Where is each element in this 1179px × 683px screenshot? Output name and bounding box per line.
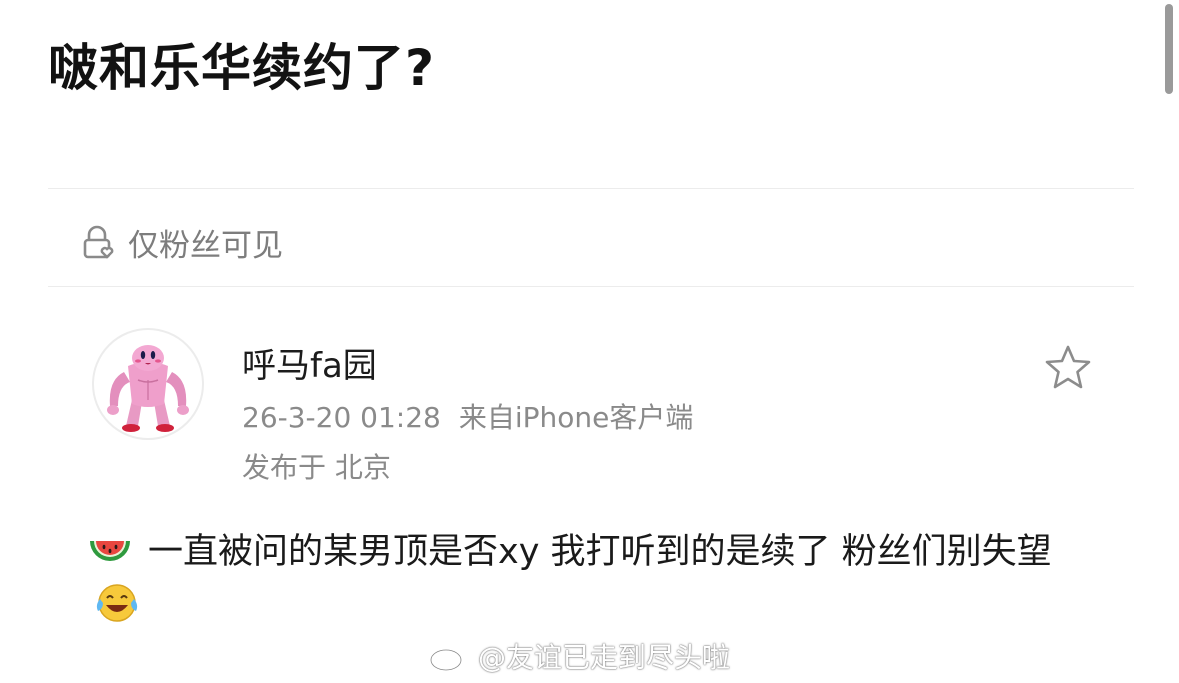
visibility-notice: 仅粉丝可见 [80, 220, 283, 264]
avatar[interactable] [92, 328, 204, 440]
star-icon[interactable] [1044, 344, 1092, 390]
divider [48, 188, 1134, 189]
watermark: @友谊已走到尽头啦 [428, 634, 730, 678]
username[interactable]: 呼马fa园 [242, 338, 377, 387]
post-content: 一直被问的某男顶是否xy 我打听到的是续了 粉丝们别失望 [86, 526, 1086, 630]
visibility-label: 仅粉丝可见 [128, 227, 283, 264]
post-meta: 26-3-20 01:28 来自iPhone客户端 [242, 396, 693, 436]
divider [48, 286, 1134, 287]
watermark-text: @友谊已走到尽头啦 [478, 641, 731, 674]
laughing-tears-icon [96, 584, 138, 622]
scrollbar[interactable] [1165, 4, 1173, 94]
watermelon-icon [90, 541, 130, 561]
post-location: 发布于 北京 [242, 451, 391, 484]
post-date: 26-3-20 01:28 [242, 401, 441, 434]
weibo-icon [429, 642, 470, 672]
question-title: 啵和乐华续约了? [48, 39, 436, 97]
post-text: 一直被问的某男顶是否xy 我打听到的是续了 粉丝们别失望 [148, 532, 1052, 572]
lock-heart-icon [83, 225, 114, 259]
pink-muscle-kirby-avatar [107, 345, 189, 432]
post-source: 来自iPhone客户端 [458, 401, 694, 434]
